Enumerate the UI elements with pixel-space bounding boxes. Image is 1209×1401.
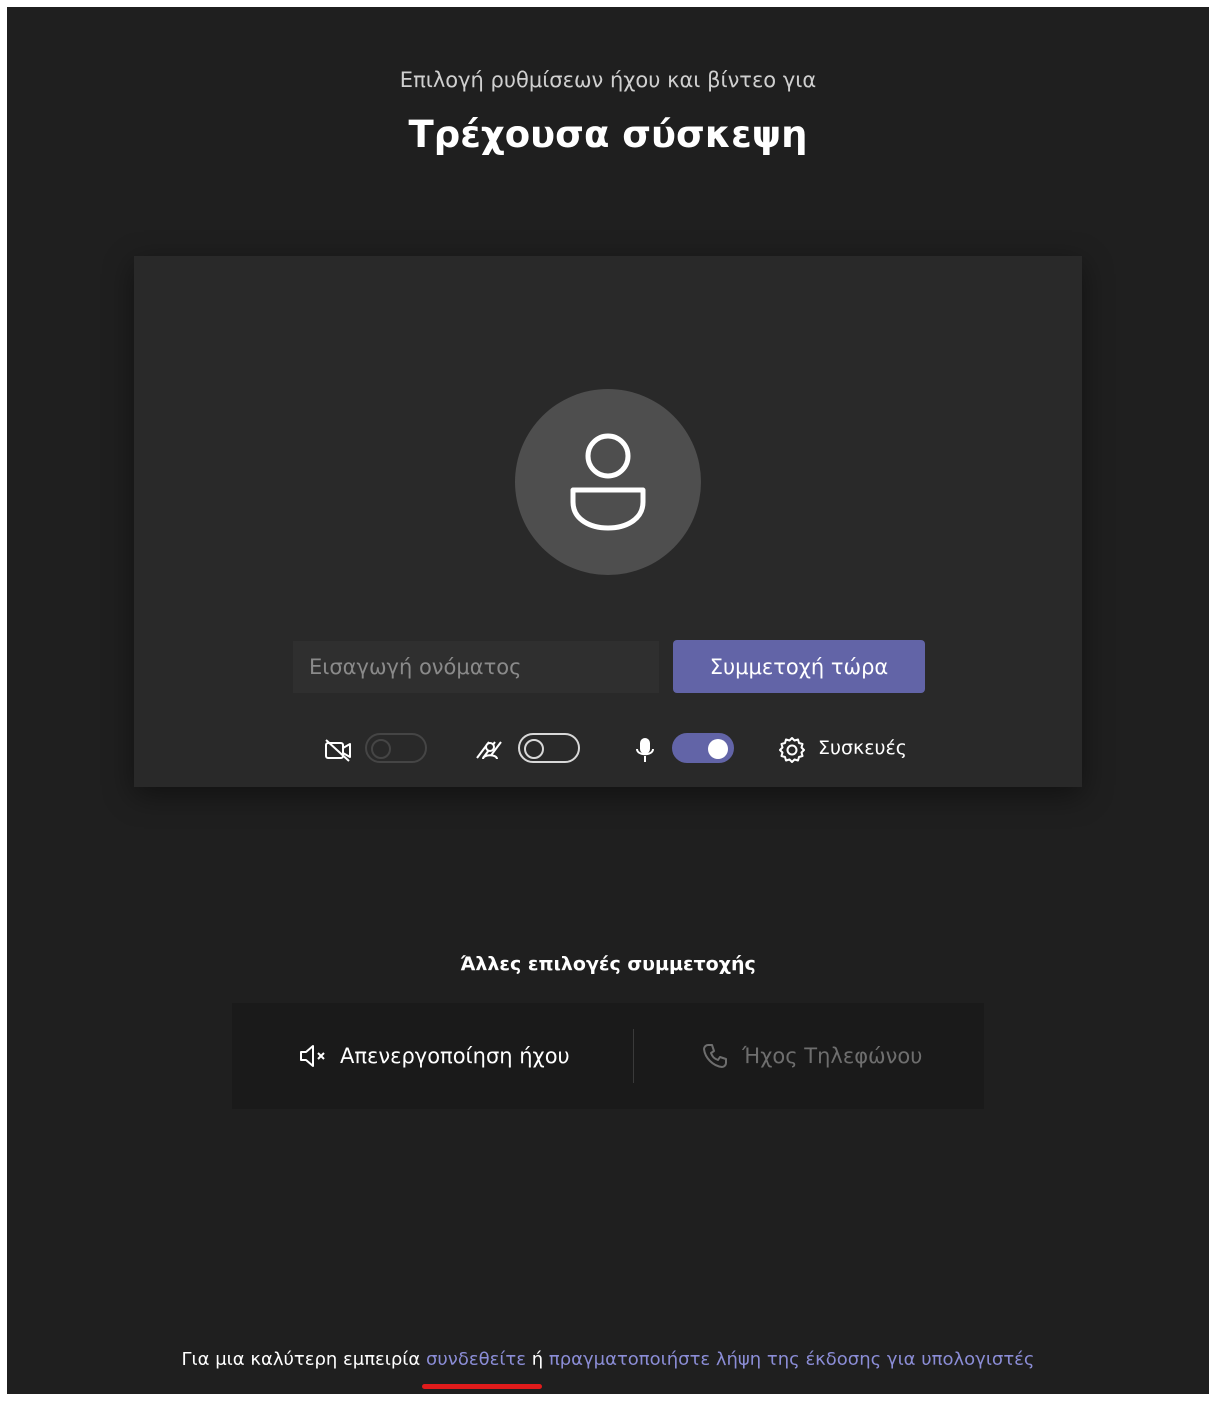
camera-toggle[interactable]: [365, 733, 427, 763]
background-effects-toggle-knob: [524, 739, 544, 759]
gear-icon[interactable]: [776, 734, 808, 766]
page-subtitle: Επιλογή ρυθμίσεων ήχου και βίντεο για: [399, 68, 817, 92]
other-join-options-title: Άλλες επιλογές συμμετοχής: [460, 953, 756, 975]
annotation-underline: [422, 1384, 542, 1389]
video-preview-panel: Συμμετοχή τώρα: [134, 256, 1082, 787]
other-join-options: Απενεργοποίηση ήχου Ήχος Τηλεφώνου: [232, 1003, 984, 1109]
join-now-button[interactable]: Συμμετοχή τώρα: [673, 640, 925, 693]
footer-prefix: Για μια καλύτερη εμπειρία: [181, 1349, 426, 1370]
media-controls: Συσκευές: [134, 730, 1082, 770]
teams-prejoin-screen: Επιλογή ρυθμίσεων ήχου και βίντεο για Τρ…: [7, 7, 1209, 1394]
footer-message: Για μια καλύτερη εμπειρία συνδεθείτε ή π…: [7, 1349, 1209, 1370]
phone-icon: [700, 1041, 730, 1071]
background-effects-toggle[interactable]: [518, 733, 580, 763]
audio-off-option[interactable]: Απενεργοποίηση ήχου: [298, 1003, 570, 1109]
avatar: [515, 389, 701, 575]
camera-off-icon: [322, 734, 354, 766]
microphone-icon: [629, 734, 661, 766]
footer-middle: ή: [526, 1349, 549, 1370]
background-effects-icon: [474, 734, 506, 766]
download-desktop-link[interactable]: πραγματοποιήστε λήψη της έκδοσης για υπο…: [549, 1349, 1035, 1370]
microphone-toggle[interactable]: [672, 733, 734, 763]
audio-off-label: Απενεργοποίηση ήχου: [340, 1044, 570, 1068]
sign-in-link[interactable]: συνδεθείτε: [426, 1349, 526, 1370]
camera-toggle-knob: [371, 739, 391, 759]
devices-button[interactable]: Συσκευές: [818, 737, 907, 759]
page-title: Τρέχουσα σύσκεψη: [408, 113, 808, 156]
name-input[interactable]: [293, 641, 659, 693]
phone-audio-option[interactable]: Ήχος Τηλεφώνου: [700, 1003, 922, 1109]
microphone-toggle-knob: [708, 739, 728, 759]
options-divider: [633, 1029, 634, 1083]
phone-audio-label: Ήχος Τηλεφώνου: [742, 1044, 923, 1068]
speaker-mute-icon: [298, 1041, 328, 1071]
avatar-person-icon: [570, 433, 646, 531]
